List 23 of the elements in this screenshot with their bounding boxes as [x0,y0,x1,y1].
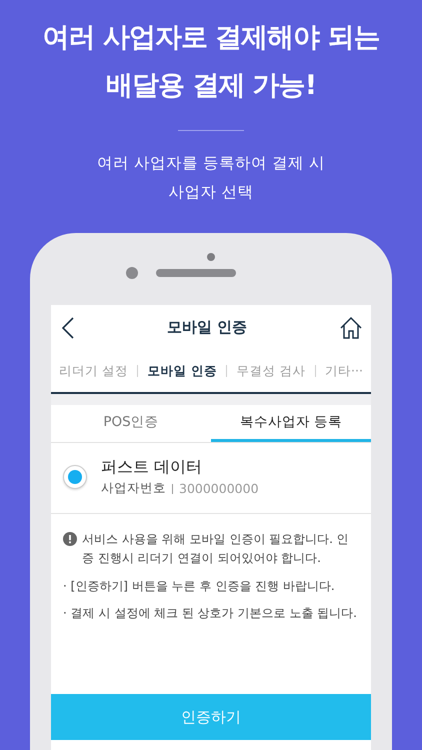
business-name: 퍼스트 데이터 [101,457,204,478]
speaker-icon [156,269,236,277]
notice-bullet: · 결제 시 설정에 체크 된 상호가 기본으로 노출 됩니다. [62,605,358,622]
menu-tab[interactable]: 기타··· [325,362,363,380]
menu-tab[interactable]: 리더기 설정 [59,362,128,380]
home-icon[interactable] [338,316,363,340]
notice-bullet: · [인증하기] 버튼을 누른 후 인증을 진행 바랍니다. [62,578,336,595]
camera-icon [126,267,138,279]
headline: 여러 사업자로 결제해야 되는 [42,21,380,55]
subtitle: 사업자 선택 [168,182,254,203]
business-number: 3000000000 [179,481,259,496]
sensor-icon [207,253,215,261]
verify-button[interactable]: 인증하기 [51,694,371,740]
notice-text: 서비스 사용을 위해 모바일 인증이 필요합니다. 인증 진행시 리더기 연결이 되어있어야 합니다. [82,531,350,567]
subtitle: 여러 사업자를 등록하여 결제 시 [97,153,325,174]
business-number-label: 사업자번호 [101,480,166,497]
radio-button[interactable] [63,465,87,489]
alert-icon [63,532,77,546]
headline: 배달용 결제 가능! [106,69,316,103]
menu-tab[interactable]: 무결성 검사 [236,362,306,380]
menu-tab[interactable]: 모바일 인증 [148,362,217,380]
screen-title: 모바일 인증 [166,318,248,337]
back-icon[interactable] [61,316,75,340]
